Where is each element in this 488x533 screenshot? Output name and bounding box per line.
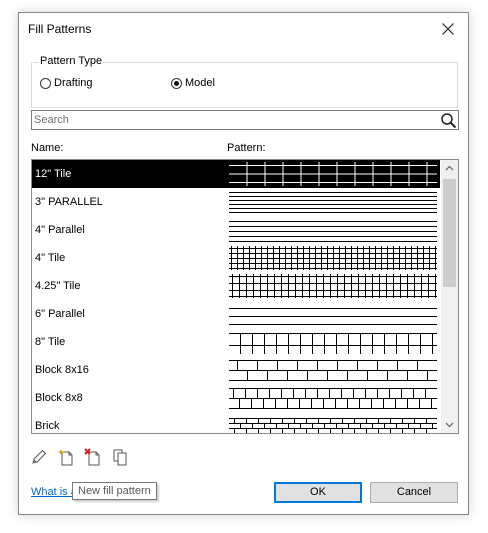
model-radio-label[interactable]: Model (185, 77, 215, 89)
pattern-preview (229, 162, 437, 186)
scroll-thumb[interactable] (443, 179, 456, 287)
pattern-preview (229, 388, 437, 409)
pattern-column-header: Pattern: (227, 142, 266, 154)
pattern-preview (229, 274, 437, 298)
pattern-preview (229, 308, 437, 325)
drafting-radio[interactable]: Drafting (40, 75, 93, 91)
list-item[interactable]: 4" Tile (32, 244, 440, 272)
list-item[interactable]: 4" Parallel (32, 216, 440, 244)
duplicate-icon (113, 449, 127, 466)
duplicate-pattern-button[interactable] (109, 446, 131, 468)
pattern-name: 4" Tile (35, 252, 66, 264)
model-radio[interactable]: Model (171, 75, 215, 91)
pattern-preview (229, 360, 437, 381)
pattern-preview (229, 333, 437, 354)
fill-patterns-dialog: Fill Patterns Pattern Type Drafting Mode… (18, 12, 469, 515)
search-input[interactable] (34, 112, 434, 128)
list-item[interactable]: 3" PARALLEL (32, 188, 440, 216)
ok-button[interactable]: OK (274, 482, 362, 503)
title-bar[interactable]: Fill Patterns (19, 13, 468, 45)
close-icon (442, 23, 454, 35)
pattern-name: 12" Tile (35, 168, 72, 180)
pattern-name: 4" Parallel (35, 224, 85, 236)
new-pattern-icon (58, 449, 73, 466)
pattern-name: 3" PARALLEL (35, 196, 103, 208)
pattern-name: 8" Tile (35, 336, 66, 348)
pattern-preview (229, 192, 437, 213)
pattern-name: 6" Parallel (35, 308, 85, 320)
pattern-name: 4.25" Tile (35, 280, 81, 292)
list-item[interactable]: 4.25" Tile (32, 272, 440, 300)
list-item[interactable]: Brick (32, 412, 440, 433)
cancel-button[interactable]: Cancel (370, 482, 458, 503)
list-item[interactable]: 12" Tile (32, 160, 440, 188)
drafting-radio-label[interactable]: Drafting (54, 77, 93, 89)
help-link[interactable]: What is a (31, 486, 77, 498)
list-scrollbar[interactable] (441, 160, 458, 433)
list-item[interactable]: 6" Parallel (32, 300, 440, 328)
chevron-up-icon (445, 165, 454, 171)
delete-pattern-icon (84, 448, 100, 466)
search-box[interactable] (31, 110, 459, 130)
scroll-up-button[interactable] (441, 160, 458, 177)
new-pattern-button[interactable] (55, 446, 77, 468)
pattern-type-group (31, 62, 458, 108)
pattern-list[interactable]: 12" Tile 3" PARALLEL 4" Parallel 4" Tile… (31, 159, 459, 434)
search-icon[interactable] (440, 112, 457, 129)
list-item[interactable]: Block 8x16 (32, 356, 440, 384)
pattern-name: Brick (35, 420, 60, 432)
pattern-preview (229, 246, 437, 270)
model-radio-circle[interactable] (171, 77, 182, 89)
pattern-preview (229, 221, 437, 242)
pattern-preview (229, 418, 437, 433)
new-pattern-tooltip: New fill pattern (72, 482, 157, 500)
chevron-down-icon (445, 422, 454, 428)
name-column-header: Name: (31, 142, 64, 154)
close-button[interactable] (428, 13, 468, 45)
pattern-name: Block 8x8 (35, 392, 83, 404)
dialog-title: Fill Patterns (28, 22, 92, 36)
scroll-down-button[interactable] (441, 416, 458, 433)
pencil-icon (32, 449, 47, 464)
pattern-type-label: Pattern Type (39, 55, 104, 67)
pattern-name: Block 8x16 (35, 364, 89, 376)
drafting-radio-circle[interactable] (40, 77, 51, 89)
list-item[interactable]: 8" Tile (32, 328, 440, 356)
delete-pattern-button[interactable] (82, 446, 104, 468)
edit-pattern-button[interactable] (28, 446, 50, 468)
list-item[interactable]: Block 8x8 (32, 384, 440, 412)
